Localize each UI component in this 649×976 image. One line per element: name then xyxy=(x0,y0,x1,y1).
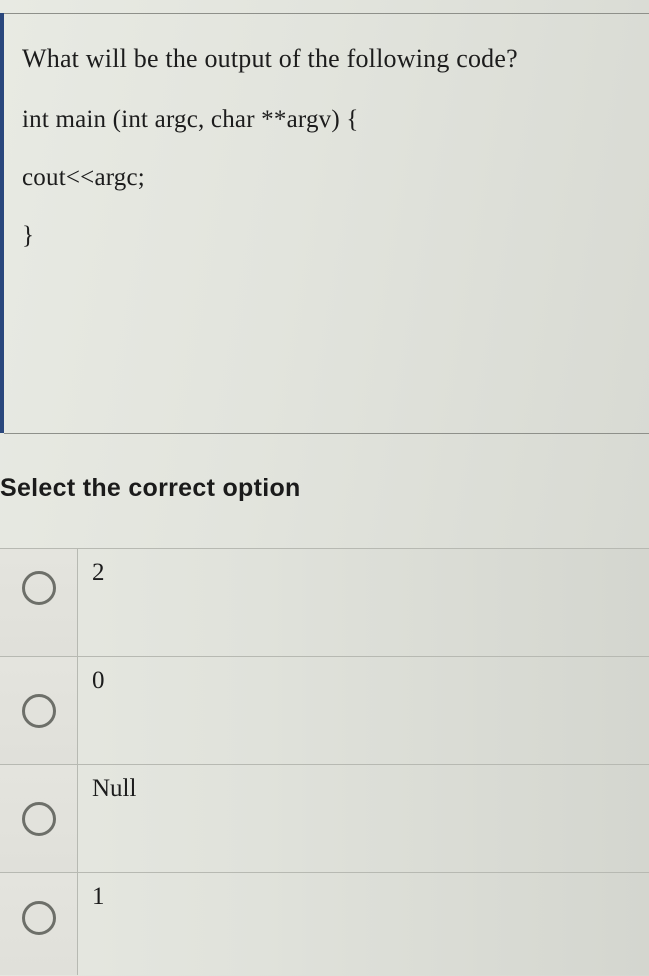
radio-cell xyxy=(0,765,78,872)
radio-option-3[interactable] xyxy=(22,802,56,836)
code-line-2: cout<<argc; xyxy=(22,164,633,192)
options-table: 2 0 Null 1 xyxy=(0,548,649,975)
question-box: What will be the output of the following… xyxy=(4,14,649,434)
option-label-1: 2 xyxy=(78,549,649,656)
option-row-3: Null xyxy=(0,765,649,873)
option-row-1: 2 xyxy=(0,549,649,657)
option-row-4: 1 xyxy=(0,873,649,975)
code-line-3: } xyxy=(22,222,633,250)
option-label-2: 0 xyxy=(78,657,649,764)
radio-option-4[interactable] xyxy=(22,901,56,935)
option-row-2: 0 xyxy=(0,657,649,765)
radio-option-2[interactable] xyxy=(22,694,56,728)
option-label-4: 1 xyxy=(78,873,649,975)
quiz-page: What will be the output of the following… xyxy=(0,0,649,976)
radio-option-1[interactable] xyxy=(22,571,56,605)
question-text: What will be the output of the following… xyxy=(22,44,633,74)
option-label-3: Null xyxy=(78,765,649,872)
code-line-1: int main (int argc, char **argv) { xyxy=(22,106,633,134)
radio-cell xyxy=(0,873,78,975)
radio-cell xyxy=(0,657,78,764)
radio-cell xyxy=(0,549,78,656)
select-prompt: Select the correct option xyxy=(0,470,649,503)
